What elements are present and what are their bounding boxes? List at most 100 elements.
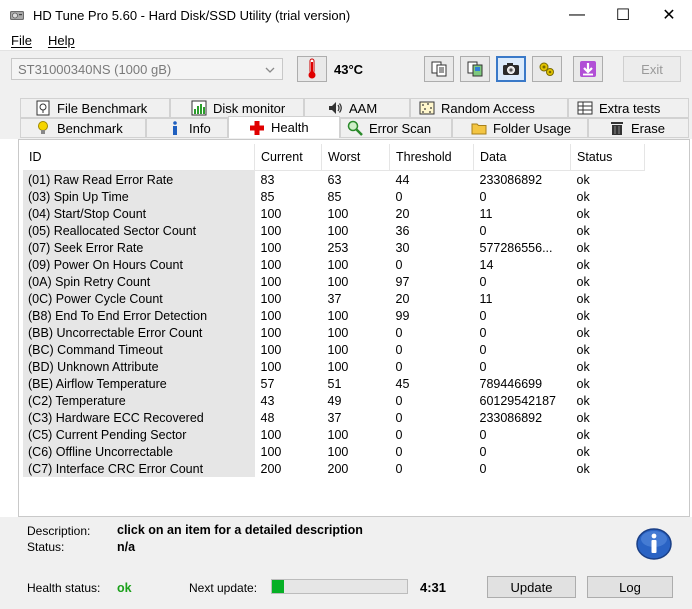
tab-benchmark[interactable]: Benchmark	[20, 118, 146, 138]
col-data[interactable]: Data	[473, 144, 571, 171]
table-row[interactable]: (C7) Interface CRC Error Count 200 200 0 0 ok	[23, 460, 645, 477]
table-row[interactable]: (0A) Spin Retry Count 100 100 97 0 ok	[23, 273, 645, 290]
tab-random-access[interactable]: Random Access	[410, 98, 568, 118]
cell-id: (C3) Hardware ECC Recovered	[23, 409, 255, 426]
cell-id: (B8) End To End Error Detection	[23, 307, 255, 324]
cell-status: ok	[576, 427, 590, 442]
tab-disk-monitor[interactable]: Disk monitor	[170, 98, 304, 118]
col-threshold[interactable]: Threshold	[389, 144, 474, 171]
update-button[interactable]: Update	[487, 576, 576, 598]
cell-status: ok	[576, 410, 590, 425]
cell-worst: 100	[327, 257, 349, 272]
exit-button[interactable]: Exit	[623, 56, 681, 82]
random-access-icon	[419, 101, 435, 115]
cell-threshold: 44	[395, 172, 410, 187]
table-row[interactable]: (01) Raw Read Error Rate 83 63 44 233086892 o…	[23, 170, 645, 188]
cell-id: (07) Seek Error Rate	[23, 239, 255, 256]
drive-select-value: ST31000340NS (1000 gB)	[18, 62, 172, 77]
cell-data: 0	[479, 189, 487, 204]
cell-threshold: 45	[395, 376, 410, 391]
health-status-value: ok	[117, 581, 132, 595]
copy-screenshot-icon	[467, 61, 483, 77]
screenshot-button[interactable]	[496, 56, 526, 82]
drive-select[interactable]: ST31000340NS (1000 gB)	[11, 58, 283, 80]
col-worst[interactable]: Worst	[321, 144, 390, 171]
tab-folder-usage[interactable]: Folder Usage	[452, 118, 588, 138]
table-row[interactable]: (03) Spin Up Time 85 85 0 0 ok	[23, 188, 645, 205]
col-current[interactable]: Current	[254, 144, 322, 171]
cell-status: ok	[576, 291, 590, 306]
temperature-button[interactable]	[297, 56, 327, 82]
tab-aam[interactable]: AAM	[304, 98, 410, 118]
folder-icon	[471, 123, 487, 135]
table-row[interactable]: (07) Seek Error Rate 100 253 30 577286556...…	[23, 239, 645, 256]
tab-info[interactable]: Info	[146, 118, 228, 138]
table-row[interactable]: (BE) Airflow Temperature 57 51 45 789446699 o…	[23, 375, 645, 392]
save-arrow-icon	[580, 61, 596, 77]
cell-id: (03) Spin Up Time	[23, 188, 255, 205]
magnifier-icon	[347, 120, 363, 136]
cell-threshold: 0	[395, 257, 403, 272]
cell-current: 48	[260, 410, 275, 425]
cell-status: ok	[576, 274, 590, 289]
cell-status: ok	[576, 359, 590, 374]
close-button[interactable]: ✕	[646, 0, 692, 30]
table-row[interactable]: (04) Start/Stop Count 100 100 20 11 ok	[23, 205, 645, 222]
col-id[interactable]: ID	[23, 144, 255, 171]
table-row[interactable]: (BC) Command Timeout 100 100 0 0 ok	[23, 341, 645, 358]
cell-data: 0	[479, 427, 487, 442]
cell-threshold: 97	[395, 274, 410, 289]
temperature-readout: 43°C	[334, 62, 364, 77]
cell-worst: 100	[327, 325, 349, 340]
table-row[interactable]: (BB) Uncorrectable Error Count 100 100 0 0 ok	[23, 324, 645, 341]
cell-data: 577286556...	[479, 240, 553, 255]
cell-worst: 253	[327, 240, 349, 255]
options-icon	[539, 62, 554, 76]
cell-current: 100	[260, 257, 282, 272]
menu-bar: File Help	[0, 30, 692, 50]
cell-worst: 49	[327, 393, 342, 408]
save-button[interactable]	[573, 56, 603, 82]
copy-screenshot-button[interactable]	[460, 56, 490, 82]
table-row[interactable]: (BD) Unknown Attribute 100 100 0 0 ok	[23, 358, 645, 375]
status-label: Status:	[27, 540, 65, 554]
chevron-down-icon	[264, 59, 276, 89]
table-row[interactable]: (C2) Temperature 43 49 0 60129542187 ok	[23, 392, 645, 409]
extra-tests-icon	[577, 101, 593, 115]
col-status[interactable]: Status	[570, 144, 645, 171]
tab-extra-tests[interactable]: Extra tests	[568, 98, 689, 118]
table-row[interactable]: (C5) Current Pending Sector 100 100 0 0 ok	[23, 426, 645, 443]
maximize-button[interactable]: ☐	[600, 0, 646, 30]
next-update-progress	[271, 579, 408, 594]
cell-worst: 100	[327, 359, 349, 374]
table-row[interactable]: (C6) Offline Uncorrectable 100 100 0 0 ok	[23, 443, 645, 460]
health-cross-icon	[250, 120, 264, 135]
table-row[interactable]: (05) Reallocated Sector Count 100 100 36 0 ok	[23, 222, 645, 239]
cell-current: 85	[260, 189, 275, 204]
cell-id: (BE) Airflow Temperature	[23, 375, 255, 392]
cell-status: ok	[576, 342, 590, 357]
next-update-countdown: 4:31	[420, 580, 447, 595]
minimize-button[interactable]: —	[554, 0, 600, 30]
options-button[interactable]	[532, 56, 562, 82]
tab-error-scan[interactable]: Error Scan	[340, 118, 452, 138]
cell-id: (C2) Temperature	[23, 392, 255, 409]
cell-threshold: 30	[395, 240, 410, 255]
log-button[interactable]: Log	[587, 576, 673, 598]
menu-file[interactable]: File	[11, 33, 32, 48]
tab-erase[interactable]: Erase	[588, 118, 689, 138]
cell-id: (01) Raw Read Error Rate	[23, 170, 255, 188]
cell-current: 100	[260, 291, 282, 306]
menu-help[interactable]: Help	[48, 33, 75, 48]
table-row[interactable]: (B8) End To End Error Detection 100 100 99 0…	[23, 307, 645, 324]
tab-file-benchmark[interactable]: File Benchmark	[20, 98, 170, 118]
table-row[interactable]: (09) Power On Hours Count 100 100 0 14 ok	[23, 256, 645, 273]
table-row[interactable]: (C3) Hardware ECC Recovered 48 37 0 23308689…	[23, 409, 645, 426]
cell-current: 100	[260, 223, 282, 238]
tab-health[interactable]: Health	[228, 116, 340, 138]
copy-text-icon	[431, 61, 447, 77]
cell-current: 43	[260, 393, 275, 408]
cell-status: ok	[576, 172, 590, 187]
table-row[interactable]: (0C) Power Cycle Count 100 37 20 11 ok	[23, 290, 645, 307]
copy-text-button[interactable]	[424, 56, 454, 82]
